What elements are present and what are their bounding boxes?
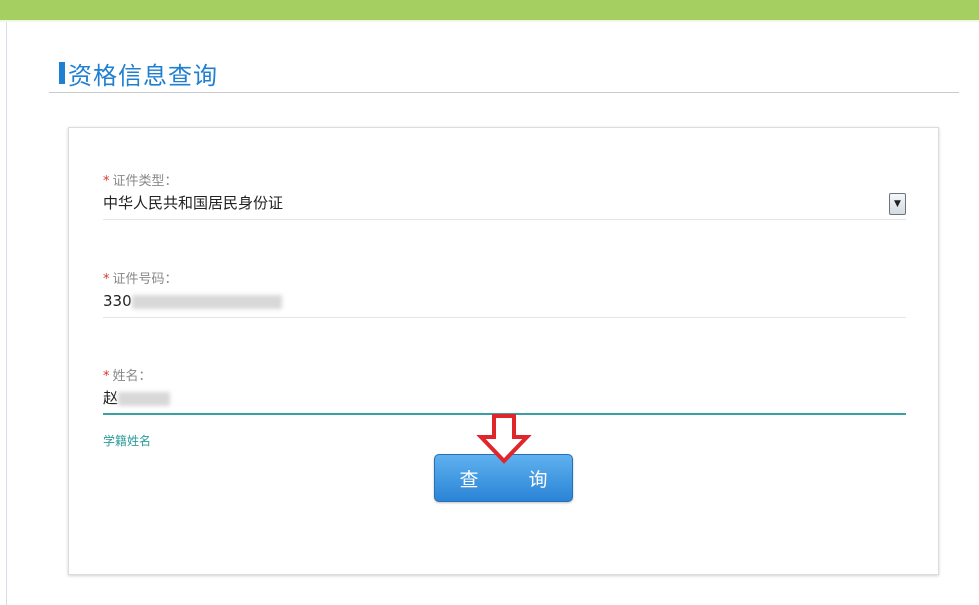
title-divider: [49, 92, 959, 93]
cert-type-label-row: * 证件类型：: [103, 174, 906, 190]
top-banner-bar: [0, 0, 979, 20]
top-banner-shadow: [0, 20, 979, 23]
cert-number-underline: [103, 317, 906, 318]
down-arrow-icon: [476, 414, 532, 464]
required-mark: *: [103, 272, 110, 287]
cert-type-label: 证件类型：: [112, 174, 178, 189]
name-value: 赵: [103, 389, 119, 407]
page-title-wrap: 资格信息查询: [59, 58, 218, 90]
title-marker: [59, 62, 65, 84]
cert-number-field[interactable]: * 证件号码： 330: [103, 272, 906, 318]
cert-type-select-value[interactable]: 中华人民共和国居民身份证: [103, 192, 906, 214]
cert-type-field[interactable]: * 证件类型： 中华人民共和国居民身份证 ▼: [103, 174, 906, 220]
cert-number-value: 330: [103, 292, 132, 310]
cert-number-input[interactable]: 330: [103, 290, 906, 312]
left-edge-divider: [6, 22, 7, 605]
name-input[interactable]: 赵: [103, 387, 906, 409]
redacted-blur: [131, 294, 282, 309]
required-mark: *: [103, 369, 110, 384]
chevron-down-icon[interactable]: ▼: [889, 193, 906, 215]
cert-type-underline: [103, 219, 906, 220]
query-form-card: * 证件类型： 中华人民共和国居民身份证 ▼ * 证件号码： 330 * 姓名： 赵: [68, 127, 939, 575]
required-mark: *: [103, 174, 110, 189]
name-label-row: * 姓名：: [103, 369, 906, 385]
cert-number-label: 证件号码：: [112, 272, 178, 287]
cert-number-label-row: * 证件号码：: [103, 272, 906, 288]
page: 资格信息查询 * 证件类型： 中华人民共和国居民身份证 ▼ * 证件号码： 330 …: [0, 0, 979, 605]
page-title: 资格信息查询: [68, 61, 218, 90]
name-label: 姓名：: [112, 369, 152, 384]
redacted-blur: [118, 391, 171, 406]
name-field[interactable]: * 姓名： 赵: [103, 369, 906, 415]
name-hint: 学籍姓名: [103, 434, 152, 448]
